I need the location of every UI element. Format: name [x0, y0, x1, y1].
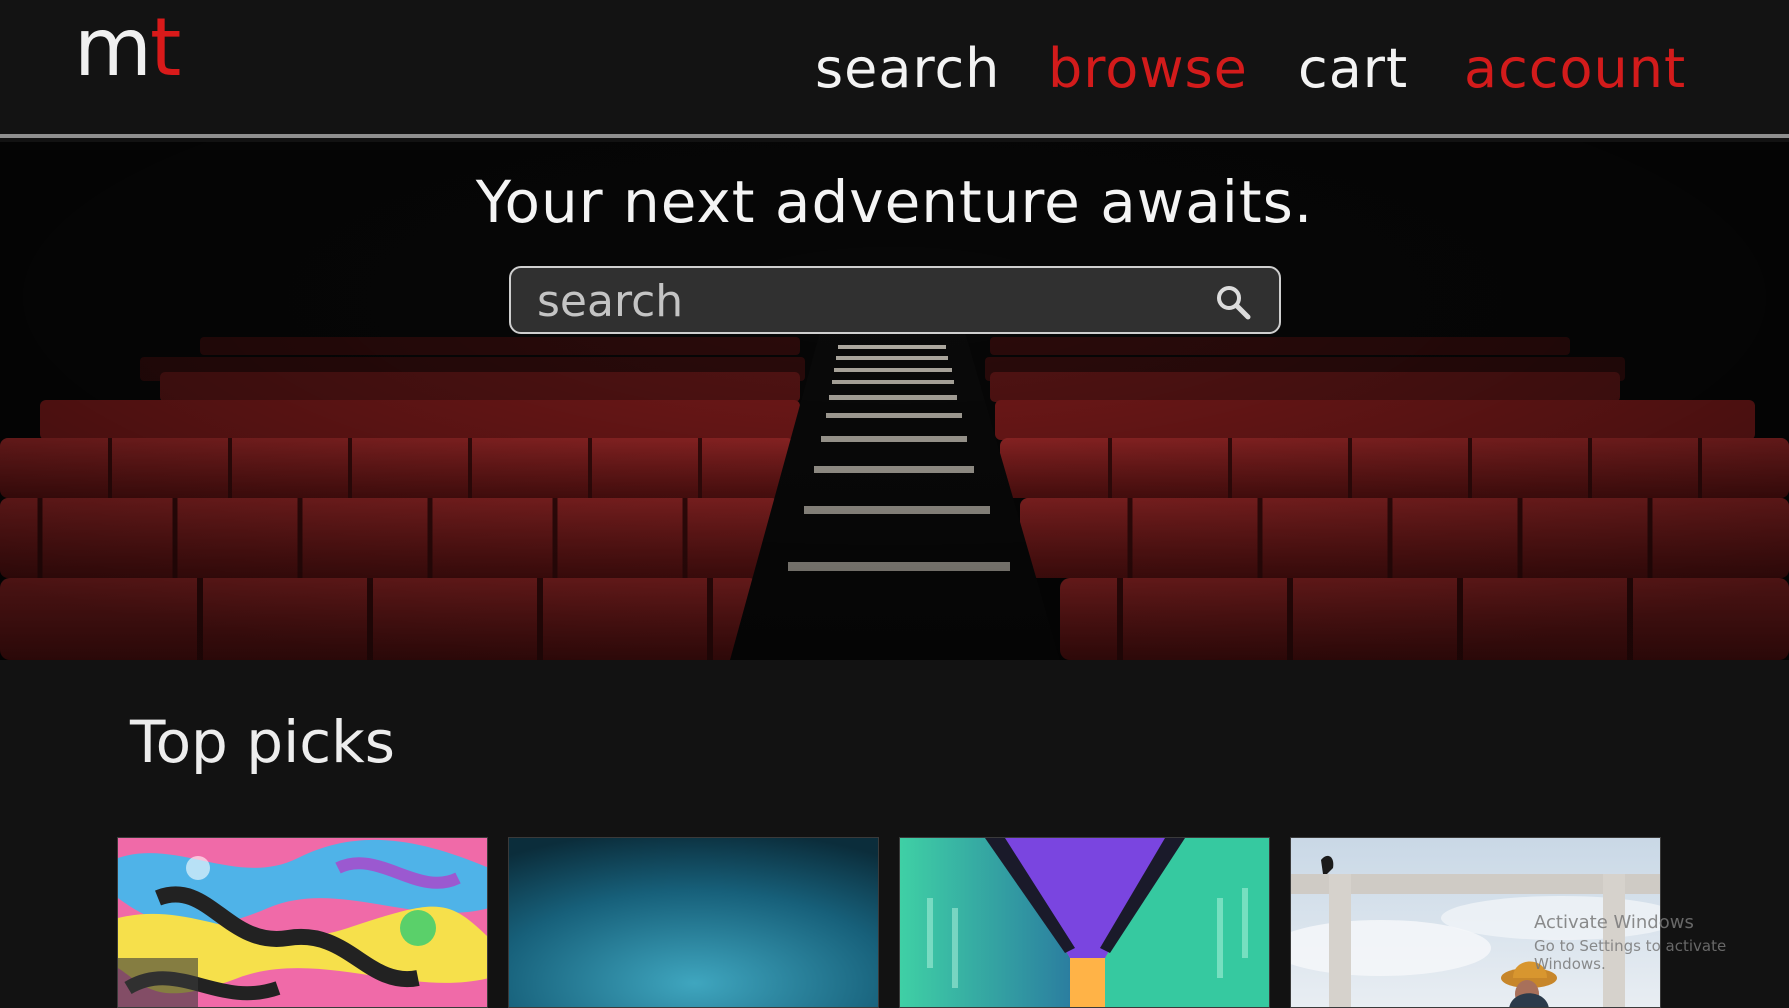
- watermark-line-1: Activate Windows: [1534, 912, 1694, 933]
- top-pick-card-1[interactable]: [117, 837, 488, 1008]
- hero-title: Your next adventure awaits.: [475, 168, 1314, 236]
- top-pick-card-3[interactable]: [899, 837, 1270, 1008]
- neon-hallway-image: [900, 838, 1269, 1007]
- hero-search-input[interactable]: [537, 276, 1177, 326]
- hero-search-box: [509, 266, 1281, 334]
- main-nav: search browse cart account: [0, 34, 1789, 104]
- top-picks-title: Top picks: [130, 708, 395, 776]
- nav-browse-link[interactable]: browse: [1048, 34, 1248, 104]
- windows-activation-watermark: Activate Windows Go to Settings to activ…: [1534, 912, 1789, 973]
- top-bar: mt search browse cart account: [0, 0, 1789, 138]
- nav-account-link[interactable]: account: [1464, 34, 1686, 104]
- top-pick-card-2[interactable]: [508, 837, 879, 1008]
- nav-cart-link[interactable]: cart: [1298, 34, 1408, 104]
- search-icon[interactable]: [1215, 284, 1251, 320]
- hero-banner: Your next adventure awaits.: [0, 142, 1789, 660]
- teal-gradient-image: [509, 838, 878, 1007]
- watermark-line-2: Go to Settings to activate Windows.: [1534, 937, 1727, 973]
- page: mt search browse cart account Your next …: [0, 0, 1789, 1008]
- nav-search-link[interactable]: search: [815, 34, 1000, 104]
- graffiti-image: [118, 838, 487, 1007]
